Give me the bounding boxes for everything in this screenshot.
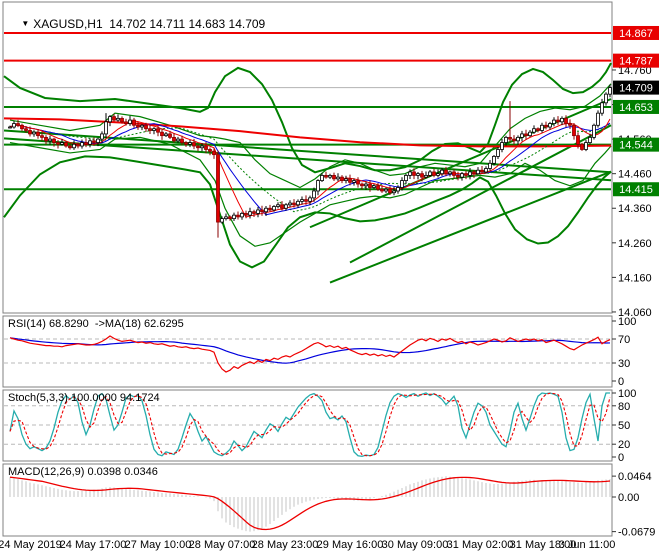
rsi-scale-label: 70 — [618, 334, 630, 346]
price-scale-label: 14.260 — [618, 238, 652, 250]
stoch-indicator-label: Stoch(5,3,3) 100.0000 94.1724 — [8, 392, 160, 404]
stoch-scale-label: 100 — [618, 388, 636, 400]
price-badge-label: 14.653 — [619, 102, 653, 114]
macd-indicator-label: MACD(12,26,9) 0.0398 0.0346 — [8, 466, 158, 478]
time-axis-label: 28 May 07:00 — [188, 539, 256, 551]
rsi-ma-line — [9, 337, 611, 364]
time-axis: 24 May 2019 24 May 17:00 27 May 10:00 28 Ma… — [0, 539, 660, 555]
rsi-scale-label: 0 — [618, 376, 624, 388]
price-scale-label: 14.360 — [618, 203, 652, 215]
rsi-line — [9, 335, 611, 373]
rsi-indicator-label: RSI(14) 68.8290 ->MA(18) 62.6295 — [8, 318, 184, 330]
time-axis-label: 30 May 09:00 — [381, 539, 449, 551]
macd-scale-label: -0.0679 — [618, 527, 655, 539]
macd-histogram — [9, 476, 611, 532]
price-scale-label: 14.460 — [618, 169, 652, 181]
price-scale-label: 14.160 — [618, 272, 652, 284]
price-badge-label: 14.544 — [619, 140, 653, 152]
price-badge-label: 14.787 — [619, 56, 653, 68]
time-axis-label: 24 May 17:00 — [59, 539, 127, 551]
stoch-scale-label: 80 — [618, 401, 630, 413]
time-axis-label: 29 May 16:00 — [316, 539, 384, 551]
stoch-scale-label: 50 — [618, 420, 630, 432]
time-axis-label: 27 May 10:00 — [124, 539, 192, 551]
macd-scale-label: 0.00 — [618, 492, 639, 504]
time-axis-label: 31 May 02:00 — [446, 539, 514, 551]
price-badge-label: 14.709 — [619, 83, 653, 95]
price-badge-label: 14.867 — [619, 28, 653, 40]
time-axis-label: 3 Jun 11:00 — [558, 539, 616, 551]
macd-signal-line — [9, 476, 611, 531]
stoch-scale-label: 0 — [618, 452, 624, 464]
time-axis-label: 28 May 23:00 — [251, 539, 319, 551]
rsi-scale-label: 30 — [618, 358, 630, 370]
price-badge-label: 14.415 — [619, 184, 653, 196]
rsi-scale-label: 100 — [618, 316, 636, 328]
stoch-scale-label: 20 — [618, 439, 630, 451]
chart-window: ▼ XAGUSD,H1 14.702 14.711 14.683 14.709 R… — [0, 0, 660, 560]
time-axis-label: 24 May 2019 — [0, 539, 62, 551]
symbol-title: XAGUSD,H1 — [33, 17, 103, 31]
macd-scale-label: 0.0464 — [618, 471, 652, 483]
symbol-dropdown-icon[interactable]: ▼ — [21, 19, 29, 28]
ohlc-values: 14.702 14.711 14.683 14.709 — [109, 17, 266, 31]
chart-header: ▼ XAGUSD,H1 14.702 14.711 14.683 14.709 — [8, 3, 265, 45]
